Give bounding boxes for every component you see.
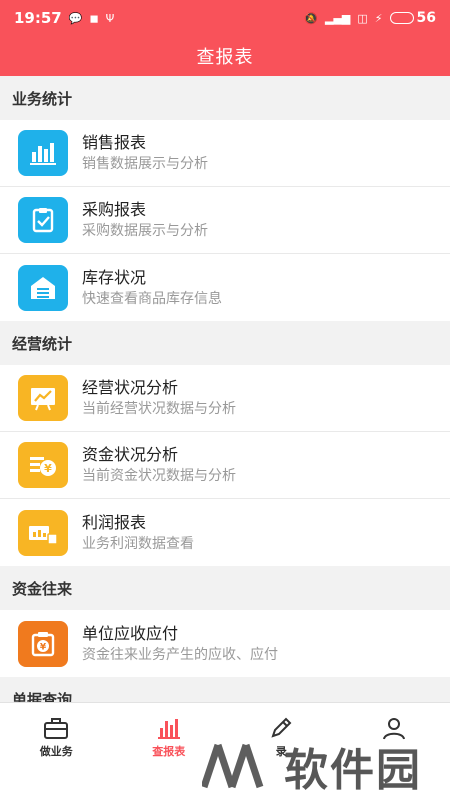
item-subtitle: 采购数据展示与分析 — [82, 223, 208, 239]
warehouse-icon — [18, 264, 68, 311]
person-icon — [379, 715, 409, 741]
item-title: 经营状况分析 — [82, 378, 179, 397]
list-item-fund-analysis[interactable]: ¥ 资金状况分析 当前资金状况数据与分析 — [0, 432, 450, 499]
hd-icon: ◫ — [357, 11, 368, 25]
mute-icon: 🔕 — [304, 11, 318, 25]
battery-level: 56 — [416, 10, 436, 26]
svg-text:¥: ¥ — [40, 642, 47, 652]
section-header-business: 业务统计 — [0, 76, 450, 120]
page-title: 查报表 — [196, 47, 254, 68]
battery-icon — [389, 12, 414, 24]
item-subtitle: 当前资金状况数据与分析 — [82, 468, 236, 484]
report-list: 业务统计 销售报表 销售数据展示与分析 采购报表 采购数据展示与分析 库存状况 … — [0, 76, 450, 702]
item-title: 利润报表 — [82, 512, 147, 532]
clipboard-check-icon — [18, 197, 68, 243]
status-time: 19:57 — [14, 9, 62, 27]
tab-reports[interactable]: 查报表 — [113, 703, 226, 800]
briefcase-icon — [41, 715, 71, 741]
tab-profile[interactable] — [338, 703, 450, 800]
bar-chart-icon — [18, 130, 68, 176]
item-subtitle: 当前经营状况数据与分析 — [82, 401, 236, 417]
profit-chart-icon — [18, 509, 68, 556]
bottom-tab-bar: 做业务 查报表 录 — [0, 702, 450, 800]
yen-clipboard-icon: ¥ — [18, 620, 68, 667]
section-header-documents: 单据查询 — [0, 677, 450, 702]
tab-business[interactable]: 做业务 — [0, 703, 113, 800]
usb-icon: Ψ — [105, 11, 115, 25]
item-title: 库存状况 — [82, 267, 147, 287]
battery-indicator: 56 — [389, 10, 436, 26]
list-item-purchase-report[interactable]: 采购报表 采购数据展示与分析 — [0, 187, 450, 254]
item-title: 销售报表 — [82, 133, 147, 152]
bar-chart-icon — [154, 715, 184, 741]
charging-icon: ⚡ — [374, 11, 383, 25]
pencil-icon — [266, 715, 296, 741]
tab-entry[interactable]: 录 — [225, 703, 338, 800]
trend-board-icon — [18, 375, 68, 421]
signal-icon: ▂▄▆ — [324, 11, 351, 25]
section-header-operations: 经营统计 — [0, 321, 450, 365]
list-item-sales-report[interactable]: 销售报表 销售数据展示与分析 — [0, 120, 450, 187]
tab-label: 录 — [275, 745, 287, 758]
item-subtitle: 快速查看商品库存信息 — [82, 290, 222, 307]
item-subtitle: 销售数据展示与分析 — [82, 156, 208, 172]
app-header: 19:57 💬 ◼ Ψ 🔕 ▂▄▆ ◫ ⚡ 56 查报表 — [0, 0, 450, 76]
chat-bubble-icon: 💬 — [68, 11, 83, 25]
list-item-receivables-payables[interactable]: ¥ 单位应收应付 资金往来业务产生的应收、应付 — [0, 610, 450, 677]
yen-coin-icon: ¥ — [18, 442, 68, 488]
status-bar: 19:57 💬 ◼ Ψ 🔕 ▂▄▆ ◫ ⚡ 56 — [0, 0, 450, 36]
tab-label: 做业务 — [39, 745, 73, 758]
list-item-profit-report[interactable]: 利润报表 业务利润数据查看 — [0, 499, 450, 566]
item-title: 单位应收应付 — [82, 623, 179, 643]
list-item-inventory[interactable]: 库存状况 快速查看商品库存信息 — [0, 254, 450, 321]
list-item-operation-analysis[interactable]: 经营状况分析 当前经营状况数据与分析 — [0, 365, 450, 432]
section-header-funds: 资金往来 — [0, 566, 450, 610]
tab-label: 查报表 — [152, 745, 186, 758]
item-title: 资金状况分析 — [82, 445, 179, 464]
item-subtitle: 资金往来业务产生的应收、应付 — [82, 646, 278, 663]
svg-text:¥: ¥ — [44, 462, 52, 475]
notification-icon: ◼ — [89, 11, 99, 25]
item-subtitle: 业务利润数据查看 — [82, 535, 194, 552]
item-title: 采购报表 — [82, 200, 147, 219]
